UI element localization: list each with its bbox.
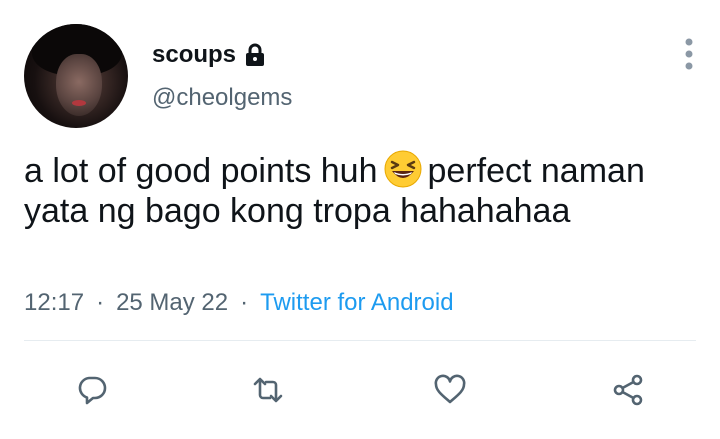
heart-icon xyxy=(434,374,466,404)
meta-separator: · xyxy=(96,289,105,316)
tweet-text-part1: a lot of good points huh xyxy=(24,152,378,190)
tweet-time: 12:17 xyxy=(24,289,85,316)
author-display-name[interactable]: scoups xyxy=(152,40,268,70)
more-options-icon[interactable] xyxy=(679,36,699,72)
grinning-squinting-face-emoji xyxy=(384,150,422,188)
author-handle[interactable]: @cheolgems xyxy=(152,83,292,113)
retweet-button[interactable] xyxy=(246,368,290,412)
tweet-meta: 12:17 · 25 May 22 · Twitter for Android xyxy=(24,288,454,318)
avatar[interactable] xyxy=(24,24,128,128)
tweet-text: a lot of good points huh perfect naman y… xyxy=(24,150,694,231)
share-button[interactable] xyxy=(606,368,650,412)
display-name-text: scoups xyxy=(152,41,237,68)
meta-separator: · xyxy=(240,289,249,316)
reply-icon xyxy=(78,376,107,405)
tweet-date: 25 May 22 xyxy=(116,289,229,316)
divider xyxy=(24,340,696,341)
lock-icon xyxy=(242,42,268,68)
avatar-lips xyxy=(72,100,86,106)
retweet-icon xyxy=(253,377,283,403)
tweet: scoups @cheolgems a lot of good points h… xyxy=(0,0,720,439)
avatar-face xyxy=(56,54,102,116)
tweet-source-link[interactable]: Twitter for Android xyxy=(260,288,453,318)
reply-button[interactable] xyxy=(70,368,114,412)
like-button[interactable] xyxy=(428,368,472,412)
share-icon xyxy=(613,374,643,406)
